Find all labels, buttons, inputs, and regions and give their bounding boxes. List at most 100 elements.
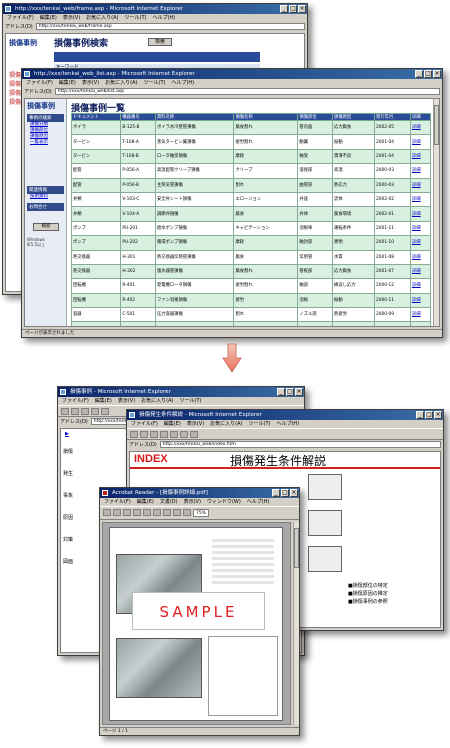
table-row[interactable]: 弁類 V-103-C 安全弁シート損傷 エロージョン 弁座 流体 2002-02 詳細 (70, 191, 431, 208)
pdf-scrollbar[interactable] (293, 522, 299, 725)
table-row[interactable]: ボイラ B-125-B ボイラ水冷壁管損傷 腐食割れ 管内面 応力腐食 2002-05 詳細 (70, 119, 431, 136)
menu-view[interactable]: 表示(V) (118, 397, 135, 405)
refresh-icon[interactable] (160, 431, 168, 438)
back-window-titlebar[interactable]: http://xxx/tenkai_web/frame.asp - Micros… (3, 4, 307, 14)
table-row[interactable]: 熱交換器 H-301 熱交換器伝熱管損傷 腐食 伝熱管 水質 2001-08 詳細 (70, 249, 431, 265)
menu-help[interactable]: ヘルプ(H) (152, 14, 175, 22)
table-row[interactable]: 配管 P-056-B 主蒸気管損傷 割れ 曲管部 熱応力 2000-03 詳細 (70, 177, 431, 193)
detail-link[interactable]: 詳細 (410, 148, 431, 165)
table-row[interactable]: 回転機 R-402 ファン羽根損傷 疲労 羽根 振動 2000-11 詳細 (70, 292, 431, 309)
col-header[interactable]: ドキュメント (70, 113, 122, 121)
menu-tools[interactable]: ツール(T) (180, 397, 202, 405)
forward-icon[interactable] (140, 431, 148, 438)
col-header[interactable]: 損傷部位 (297, 113, 334, 121)
maximize-button[interactable]: □ (425, 411, 433, 419)
zoom-in-icon[interactable] (133, 509, 141, 516)
print-icon[interactable] (113, 509, 121, 516)
table-row[interactable]: 容器C-502タンク底板損傷腐食底板腐食環境2000-08詳細 (70, 321, 431, 326)
menu-edit[interactable]: 編集(E) (137, 498, 154, 506)
sidebar-link[interactable]: 技術資料 (30, 194, 64, 200)
home-icon[interactable] (101, 408, 109, 415)
close-button[interactable]: × (290, 489, 298, 497)
menu-edit[interactable]: 編集(E) (95, 397, 112, 405)
menu-edit[interactable]: 編集(E) (40, 14, 57, 22)
zoom-select[interactable]: 75% (193, 509, 210, 517)
address-input[interactable]: http://xxx/tenkai_web/index.htm (159, 441, 441, 448)
detail-link[interactable]: 詳細 (410, 235, 431, 251)
stop-icon[interactable] (81, 408, 89, 415)
menu-window[interactable]: ウィンドウ(W) (207, 498, 241, 506)
index-link[interactable]: ▶ (65, 431, 69, 437)
menu-file[interactable]: ファイル(F) (104, 498, 131, 506)
detail-link[interactable]: 詳細 (410, 163, 431, 179)
detail-link[interactable]: 詳細 (410, 220, 431, 237)
open-icon[interactable] (103, 509, 111, 516)
close-button[interactable]: × (434, 411, 442, 419)
close-button[interactable]: × (295, 388, 303, 396)
first-page-icon[interactable] (153, 509, 161, 516)
menu-file[interactable]: ファイル(F) (26, 79, 53, 87)
search-icon[interactable] (180, 431, 188, 438)
menu-file[interactable]: ファイル(F) (131, 420, 158, 428)
index-window-titlebar[interactable]: 損傷発生条件解説 - Microsoft Internet Explorer _… (127, 410, 443, 420)
minimize-button[interactable]: _ (272, 489, 280, 497)
menu-tools[interactable]: ツール(T) (125, 14, 147, 22)
minimize-button[interactable]: _ (416, 411, 424, 419)
sidebar-search-button[interactable]: 検索 (33, 223, 59, 231)
minimize-button[interactable]: _ (415, 70, 423, 78)
menu-help[interactable]: ヘルプ(H) (276, 420, 299, 428)
menu-tools[interactable]: ツール(T) (144, 79, 166, 87)
detail-link[interactable]: 詳細 (410, 177, 431, 193)
table-row[interactable]: 容器 C-501 圧力容器損傷 割れ ノズル部 熱疲労 2000-09 詳細 (70, 307, 431, 323)
col-header[interactable]: 機器番号 (120, 113, 156, 121)
col-header[interactable]: 損傷名称 (233, 113, 299, 121)
back-icon[interactable] (61, 408, 69, 415)
col-header[interactable]: 詳細 (410, 113, 431, 121)
menu-file[interactable]: ファイル(F) (62, 397, 89, 405)
menu-favorites[interactable]: お気に入り(A) (86, 14, 118, 22)
detail-link[interactable]: 詳細 (410, 307, 431, 323)
maximize-button[interactable]: □ (281, 489, 289, 497)
menu-help[interactable]: ヘルプ(H) (171, 79, 194, 87)
back-icon[interactable] (130, 431, 138, 438)
home-icon[interactable] (170, 431, 178, 438)
menu-view[interactable]: 表示(V) (63, 14, 80, 22)
detail-link[interactable]: 詳細 (410, 263, 431, 280)
hand-tool-icon[interactable] (123, 509, 131, 516)
detail-link[interactable]: 詳細 (410, 206, 431, 222)
detail-link[interactable]: 詳細 (410, 191, 431, 208)
table-row[interactable]: 配管 P-056-A 高温配管クリープ損傷 クリープ 溶接部 高温 2000-03 詳細 (70, 163, 431, 179)
menu-view[interactable]: 表示(V) (184, 498, 201, 506)
zoom-out-icon[interactable] (143, 509, 151, 516)
menu-tools[interactable]: ツール(T) (249, 420, 271, 428)
maximize-button[interactable]: □ (286, 388, 294, 396)
detail-window-titlebar[interactable]: 損傷事例 - Microsoft Internet Explorer _ □ × (58, 387, 304, 397)
print-icon[interactable] (190, 431, 198, 438)
address-input[interactable]: http://xxx/tenkai_web/list.asp (54, 88, 440, 95)
menu-favorites[interactable]: お気に入り(A) (141, 397, 173, 405)
detail-link[interactable]: 詳細 (410, 134, 431, 150)
last-page-icon[interactable] (183, 509, 191, 516)
sidebar-link[interactable]: 一覧表示 (30, 140, 64, 146)
table-row[interactable]: ポンプ PU-201 給水ポンプ損傷 キャビテーション 羽根車 運転条件 2001-11 詳細 (70, 220, 431, 237)
close-button[interactable]: × (433, 70, 441, 78)
menu-view[interactable]: 表示(V) (82, 79, 99, 87)
detail-link[interactable]: 詳細 (410, 292, 431, 309)
forward-icon[interactable] (71, 408, 79, 415)
table-row[interactable]: ポンプ PU-202 循環ポンプ損傷 摩耗 軸封部 異物 2001-10 詳細 (70, 235, 431, 251)
scrollbar-thumb[interactable] (294, 528, 299, 568)
menu-file[interactable]: ファイル(F) (7, 14, 34, 22)
maximize-button[interactable]: □ (424, 70, 432, 78)
stop-icon[interactable] (150, 431, 158, 438)
menu-document[interactable]: 文書(D) (160, 498, 178, 506)
table-row[interactable]: 熱交換器 H-302 復水器管損傷 腐食割れ 管板部 応力腐食 2001-07 詳細 (70, 263, 431, 280)
acrobat-titlebar[interactable]: Acrobat Reader - [損傷事例詳細.pdf] _ □ × (100, 488, 299, 498)
vertical-scrollbar[interactable] (433, 99, 439, 326)
minimize-button[interactable]: _ (277, 388, 285, 396)
col-header[interactable]: 資料名称 (154, 113, 235, 121)
detail-link[interactable]: 詳細 (410, 249, 431, 265)
scrollbar-thumb[interactable] (434, 105, 439, 145)
close-button[interactable]: × (298, 5, 306, 13)
detail-link[interactable]: 詳細 (410, 321, 431, 326)
table-row[interactable]: タービン T-108-B ロータ軸受損傷 摩耗 軸受 潤滑不良 2001-04 詳細 (70, 148, 431, 165)
